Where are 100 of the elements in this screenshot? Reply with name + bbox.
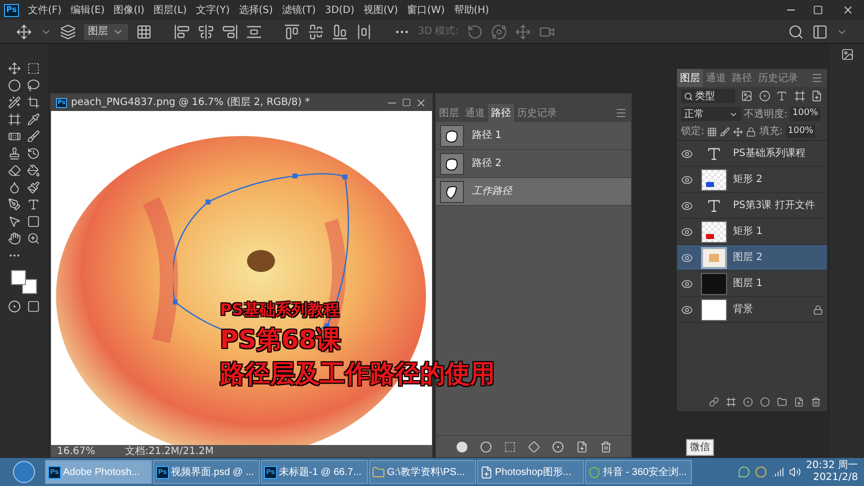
menu-item[interactable]: 图像(I) [114, 2, 144, 18]
panel-tab[interactable]: 图层 [677, 69, 703, 87]
panel-tab[interactable]: 通道 [462, 104, 488, 122]
lock-position-icon[interactable] [733, 126, 744, 136]
network-icon[interactable] [772, 466, 784, 478]
folder-icon[interactable] [777, 397, 787, 407]
hand-tool-icon[interactable] [8, 232, 21, 245]
pen-tool-icon[interactable] [8, 198, 21, 211]
blend-mode-dropdown[interactable]: 正常 [681, 107, 741, 121]
stroke-path-icon[interactable] [480, 440, 492, 452]
visibility-eye-icon[interactable] [681, 174, 693, 186]
effects-icon[interactable] [726, 397, 736, 407]
taskbar-item[interactable]: Photoshop图形... [477, 460, 584, 484]
visibility-eye-icon[interactable] [681, 226, 693, 238]
auto-select-icon[interactable] [60, 24, 76, 40]
droplet-icon[interactable] [8, 181, 21, 194]
align-center-icon[interactable] [198, 24, 214, 40]
bandage-icon[interactable] [8, 130, 21, 143]
mask-icon[interactable] [552, 440, 564, 452]
path-row[interactable]: 路径 1 [436, 122, 631, 150]
volume-icon[interactable] [789, 466, 801, 478]
lasso-tool-icon[interactable] [27, 79, 40, 92]
screen-mode-icon[interactable] [27, 300, 40, 313]
menu-item[interactable]: 选择(S) [238, 2, 273, 18]
menu-item[interactable]: 滤镜(T) [282, 2, 316, 18]
chat-icon[interactable] [738, 466, 750, 478]
quick-mask-icon[interactable] [8, 300, 21, 313]
menu-item[interactable]: 视图(V) [363, 2, 398, 18]
smart-object-icon[interactable] [811, 90, 823, 102]
type-filter-icon[interactable] [776, 90, 788, 102]
move-tool-icon[interactable] [16, 24, 32, 40]
path-row[interactable]: 工作路径 [436, 178, 631, 206]
transform-controls-icon[interactable] [136, 24, 152, 40]
paint-bucket-icon[interactable] [27, 164, 40, 177]
smudge-icon[interactable] [27, 181, 40, 194]
magic-wand-icon[interactable] [8, 96, 21, 109]
panel-tab[interactable]: 路径 [488, 104, 514, 122]
make-path-icon[interactable] [528, 440, 540, 452]
lock-pixels-icon[interactable] [707, 126, 718, 136]
adjustment-icon[interactable] [760, 397, 770, 407]
pixel-filter-icon[interactable] [741, 90, 753, 102]
menu-item[interactable]: 文件(F) [28, 2, 62, 18]
delete-icon[interactable] [600, 440, 612, 452]
eraser-icon[interactable] [8, 164, 21, 177]
fill-path-icon[interactable] [456, 440, 468, 452]
align-middle-icon[interactable] [308, 24, 324, 40]
rectangle-tool-icon[interactable] [27, 215, 40, 228]
adjustment-filter-icon[interactable] [758, 90, 770, 102]
visibility-eye-icon[interactable] [681, 148, 693, 160]
panel-tab[interactable]: 图层 [436, 104, 462, 122]
brush-tool-icon[interactable] [27, 130, 40, 143]
panel-menu-icon[interactable] [615, 107, 627, 119]
crop-tool-icon[interactable] [27, 96, 40, 109]
zoom-tool-icon[interactable] [27, 232, 40, 245]
pointer-icon[interactable] [8, 215, 21, 228]
shape-filter-icon[interactable] [794, 90, 806, 102]
link-icon[interactable] [709, 397, 719, 407]
new-layer-icon[interactable] [794, 397, 804, 407]
visibility-eye-icon[interactable] [681, 200, 693, 212]
target-dropdown[interactable]: 图层 [84, 24, 128, 40]
pan-3d-icon[interactable] [514, 24, 531, 40]
menu-item[interactable]: 文字(Y) [196, 2, 230, 18]
lock-icon[interactable] [746, 126, 756, 136]
color-swatches-icon[interactable] [11, 270, 37, 294]
type-tool-icon[interactable] [27, 198, 40, 211]
menu-item[interactable]: 帮助(H) [454, 2, 490, 18]
history-brush-icon[interactable] [27, 147, 40, 160]
stamp-tool-icon[interactable] [8, 147, 21, 160]
lock-paint-icon[interactable] [720, 126, 730, 136]
tray-icon[interactable] [755, 466, 767, 478]
layer-row[interactable]: 矩形 1 [677, 219, 827, 245]
menu-item[interactable]: 窗口(W) [407, 2, 445, 18]
layer-row[interactable]: 背景 [677, 297, 827, 323]
taskbar-item[interactable]: G:\教学资料\PS... [369, 460, 476, 484]
filter-dropdown[interactable]: 类型 [681, 89, 736, 103]
eyedropper-icon[interactable] [27, 113, 40, 126]
layer-row[interactable]: 图层 2 [677, 245, 827, 271]
opacity-field[interactable]: 100% [790, 107, 820, 121]
orbit-icon[interactable] [490, 24, 507, 40]
ellipse-tool-icon[interactable] [8, 79, 21, 92]
align-right-icon[interactable] [222, 24, 238, 40]
panel-menu-icon[interactable] [811, 72, 823, 84]
taskbar-item[interactable]: 抖音 - 360安全浏... [585, 460, 692, 484]
fill-field[interactable]: 100% [786, 124, 816, 138]
panel-tab[interactable]: 历史记录 [755, 69, 801, 87]
load-selection-icon[interactable] [504, 440, 516, 452]
layer-row[interactable]: 图层 1 [677, 271, 827, 297]
frame-tool-icon[interactable] [8, 113, 21, 126]
visibility-eye-icon[interactable] [681, 304, 693, 316]
menu-item[interactable]: 编辑(E) [70, 2, 105, 18]
new-path-icon[interactable] [576, 440, 588, 452]
close-icon[interactable] [415, 96, 427, 108]
document-icon[interactable] [480, 466, 493, 478]
rotate-3d-icon[interactable] [466, 24, 483, 40]
menu-item[interactable]: 图层(L) [153, 2, 187, 18]
visibility-eye-icon[interactable] [681, 252, 693, 264]
distribute-icon[interactable] [356, 24, 372, 40]
distribute-icon[interactable] [246, 24, 262, 40]
panel-tab[interactable]: 路径 [729, 69, 755, 87]
maximize-icon[interactable] [402, 98, 411, 107]
